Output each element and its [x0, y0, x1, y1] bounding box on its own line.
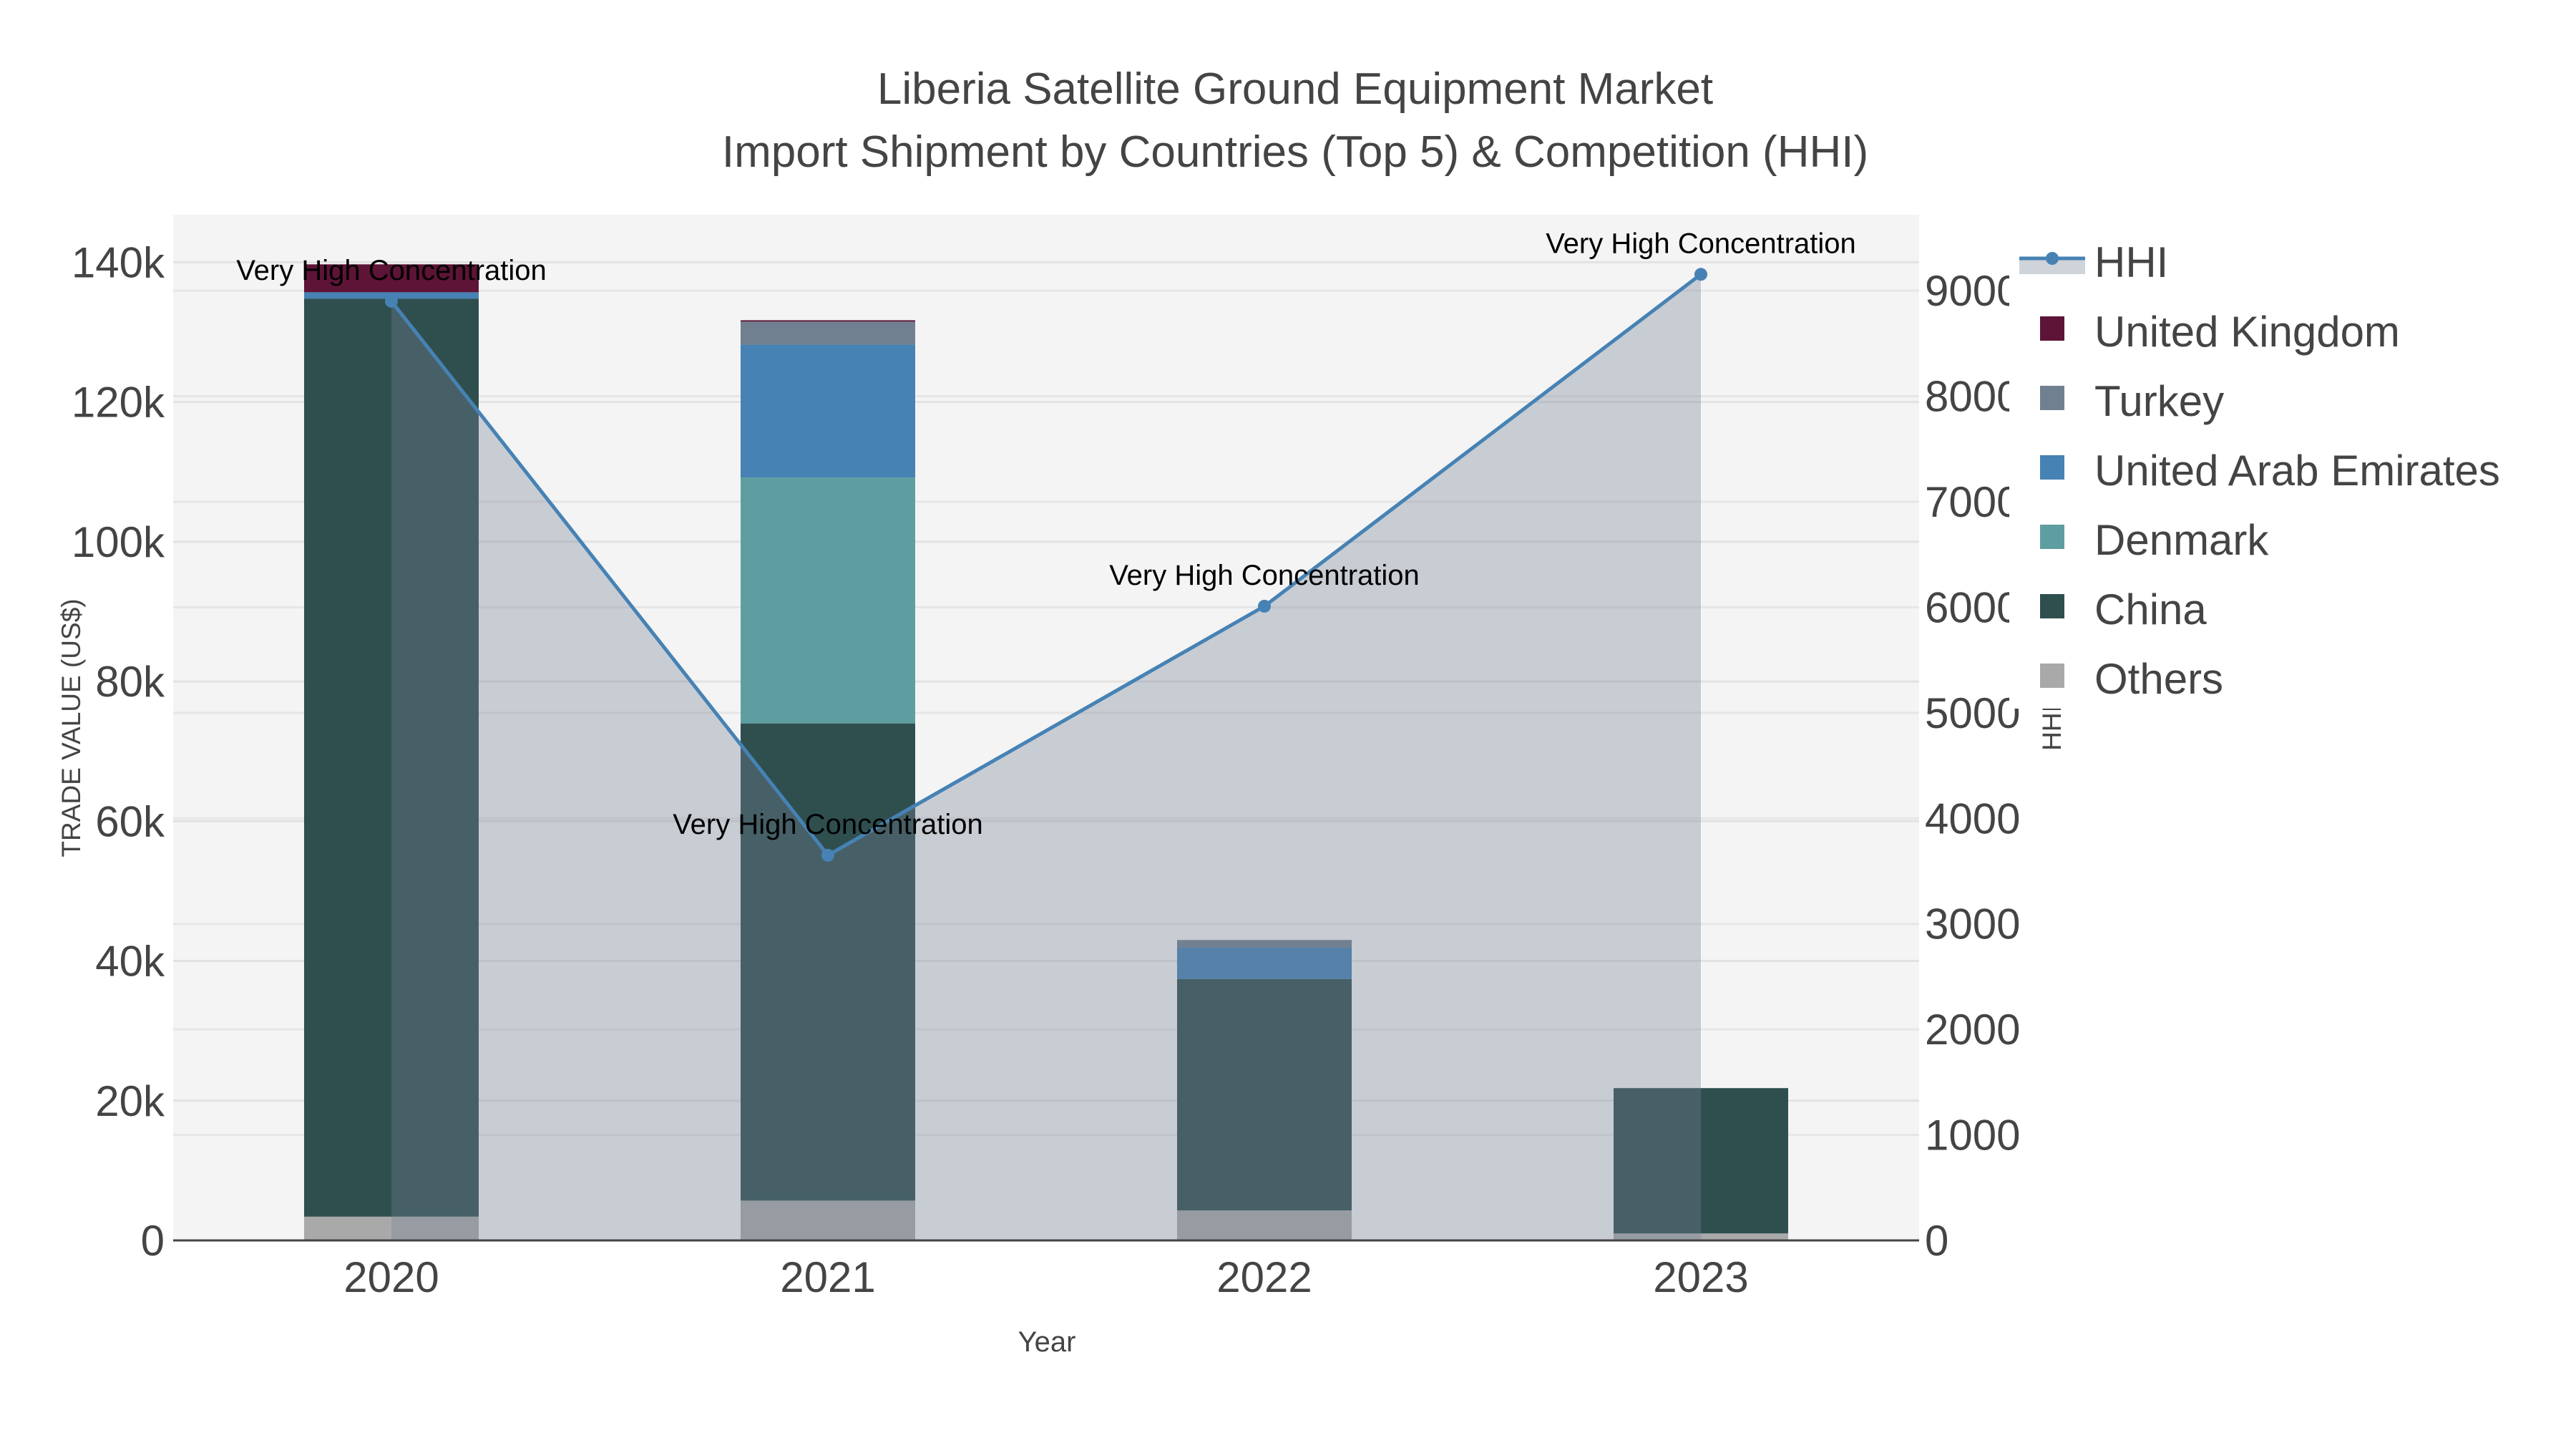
x-axis-ticks: 2020 2021 2022 2023	[343, 1253, 1748, 1301]
y2-tick-label: 2000	[1925, 1006, 2020, 1054]
hhi-point-2023	[1694, 268, 1707, 281]
legend-swatch	[2040, 525, 2064, 549]
legend-label: Denmark	[2094, 516, 2269, 564]
legend: HHI United Kingdom Turkey United Arab Emira…	[2009, 222, 2576, 709]
legend-label: Others	[2094, 655, 2223, 703]
hhi-point-2020	[385, 294, 398, 308]
legend-label: United Kingdom	[2094, 308, 2400, 356]
y-axis-title: TRADE VALUE (US$)	[57, 598, 86, 857]
legend-label: Turkey	[2094, 377, 2224, 425]
legend-swatch	[2040, 316, 2064, 341]
y2-tick-label: 5000	[1925, 689, 2020, 737]
hhi-annotation: Very High Concentration	[1109, 560, 1420, 591]
legend-label: HHI	[2094, 238, 2168, 286]
y2-tick-label: 9000	[1925, 267, 2020, 315]
bar-turkey-2021	[741, 321, 915, 345]
legend-label: China	[2094, 585, 2207, 633]
y-tick-label: 0	[141, 1217, 165, 1265]
y-tick-label: 60k	[95, 797, 165, 845]
x-tick-label: 2022	[1216, 1253, 1312, 1301]
legend-label: United Arab Emirates	[2094, 447, 2500, 495]
legend-swatch-marker	[2046, 252, 2059, 265]
chart-title-line1: Liberia Satellite Ground Equipment Marke…	[877, 64, 1713, 114]
x-tick-label: 2020	[343, 1253, 439, 1301]
y2-axis-title: HHI	[2037, 705, 2067, 751]
y2-tick-label: 7000	[1925, 478, 2020, 526]
y2-tick-label: 8000	[1925, 373, 2020, 421]
legend-swatch	[2040, 386, 2064, 410]
legend-swatch	[2040, 594, 2064, 618]
y-tick-label: 40k	[95, 938, 165, 986]
y2-tick-label: 4000	[1925, 794, 2020, 842]
y-tick-label: 20k	[95, 1077, 165, 1125]
y-tick-label: 120k	[72, 379, 165, 427]
hhi-annotation: Very High Concentration	[673, 809, 983, 840]
legend-item-united-kingdom[interactable]: United Kingdom	[2040, 308, 2400, 356]
chart: Liberia Satellite Ground Equipment Marke…	[57, 64, 2576, 1358]
legend-item-united-arab-emirates[interactable]: United Arab Emirates	[2040, 447, 2500, 495]
hhi-point-2021	[821, 848, 834, 862]
bar-united-kingdom-2021	[741, 320, 915, 322]
y2-tick-label: 3000	[1925, 900, 2020, 948]
x-axis-title: Year	[1018, 1326, 1076, 1358]
legend-swatch	[2040, 664, 2064, 688]
y2-tick-label: 0	[1925, 1217, 1948, 1265]
bar-united-arab-emirates-2021	[741, 344, 915, 478]
hhi-annotation: Very High Concentration	[236, 255, 547, 286]
hhi-point-2022	[1258, 599, 1271, 613]
y2-tick-label: 6000	[1925, 583, 2020, 631]
y-tick-label: 140k	[72, 238, 165, 286]
y2-axis-ticks: 0 1000 2000 3000 4000 5000 6000 7000 8000 9000	[1925, 267, 2020, 1265]
x-tick-label: 2021	[780, 1253, 875, 1301]
bar-denmark-2021	[741, 477, 915, 724]
y-tick-label: 100k	[72, 518, 165, 566]
legend-swatch	[2040, 455, 2064, 480]
y2-tick-label: 1000	[1925, 1112, 2020, 1160]
hhi-annotation: Very High Concentration	[1546, 228, 1856, 259]
chart-title-line2: Import Shipment by Countries (Top 5) & C…	[722, 127, 1868, 177]
x-tick-label: 2023	[1653, 1253, 1748, 1301]
y-tick-label: 80k	[95, 658, 165, 706]
